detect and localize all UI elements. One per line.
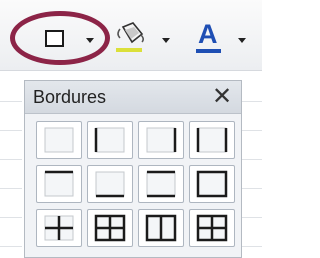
font-color-icon: A (198, 19, 218, 49)
border-preset-left[interactable] (87, 121, 133, 159)
border-preset-outer-horizontal[interactable] (87, 209, 133, 247)
border-preset-none[interactable] (36, 121, 82, 159)
chevron-down-icon[interactable] (238, 38, 246, 43)
border-preset-left-right[interactable] (189, 121, 235, 159)
panel-header: Bordures ✕ (25, 81, 241, 114)
border-preset-bottom[interactable] (87, 165, 133, 203)
font-color-button[interactable]: A (185, 18, 250, 56)
borders-button[interactable] (35, 18, 101, 56)
border-preset-inner-horizontal[interactable] (36, 209, 82, 247)
background-color-button[interactable] (110, 18, 175, 56)
panel-title: Bordures (33, 87, 107, 107)
borders-panel: Bordures ✕ (24, 80, 242, 258)
border-preset-outer[interactable] (189, 165, 235, 203)
border-preset-right[interactable] (138, 121, 184, 159)
font-color-swatch (196, 49, 221, 53)
border-preset-top[interactable] (36, 165, 82, 203)
close-icon[interactable]: ✕ (209, 84, 235, 110)
border-preset-top-bottom[interactable] (138, 165, 184, 203)
chevron-down-icon[interactable] (86, 38, 94, 43)
chevron-down-icon[interactable] (162, 38, 170, 43)
border-preset-all[interactable] (189, 209, 235, 247)
toolbar: A (0, 0, 262, 71)
borders-icon (45, 30, 64, 47)
fill-color-swatch (116, 48, 142, 52)
border-preset-outer-vertical[interactable] (138, 209, 184, 247)
